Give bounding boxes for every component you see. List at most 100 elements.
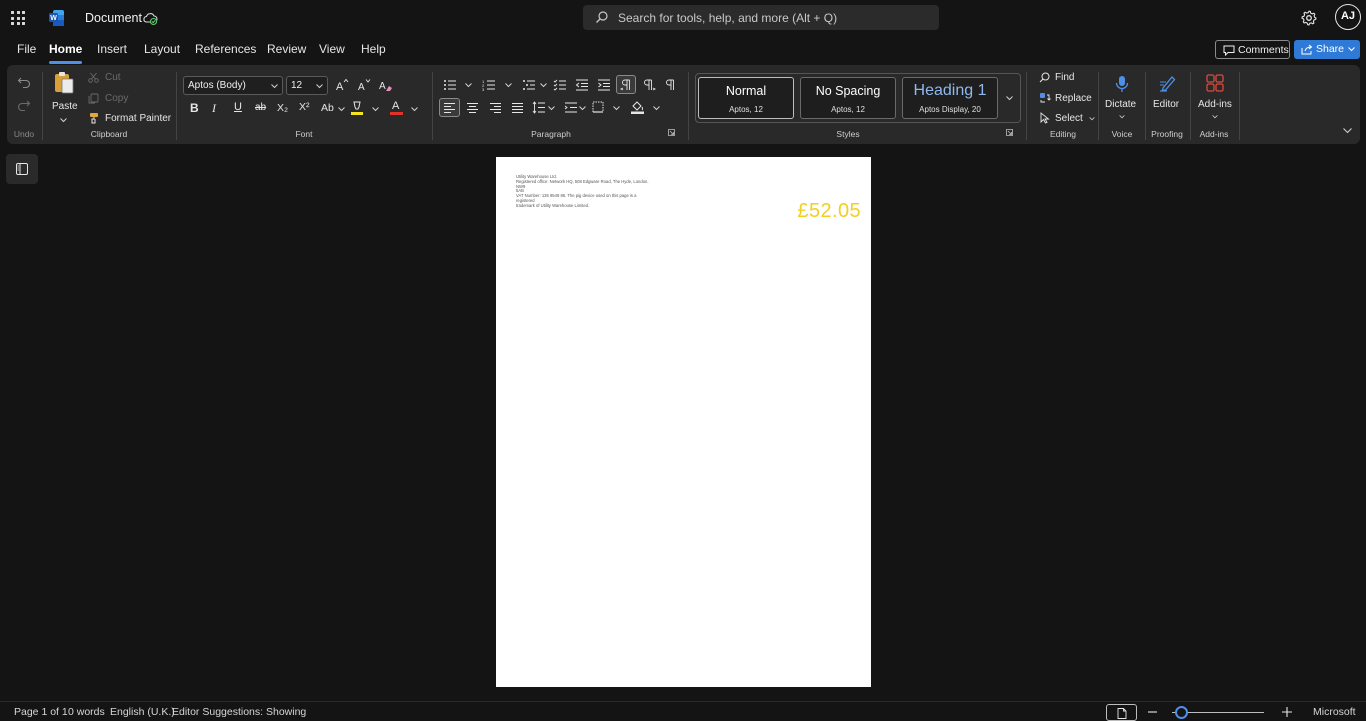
style-normal[interactable]: Normal Aptos, 12 bbox=[698, 77, 794, 119]
undo-icon[interactable] bbox=[17, 76, 31, 88]
underline-button[interactable]: U bbox=[234, 101, 242, 113]
tab-home[interactable]: Home bbox=[49, 42, 83, 64]
settings-gear-icon[interactable] bbox=[1301, 10, 1317, 26]
decrease-indent-icon[interactable] bbox=[575, 79, 589, 91]
font-color-glyph: A bbox=[392, 100, 400, 112]
document-page[interactable]: Utility Warehouse Ltd. Registered office… bbox=[496, 157, 871, 687]
rtl-direction-icon[interactable] bbox=[643, 79, 656, 91]
chevron-down-icon[interactable] bbox=[540, 83, 547, 88]
ribbon: Undo Paste Cut Copy Format Painter Clipb… bbox=[7, 65, 1360, 144]
change-case-button[interactable]: Ab bbox=[321, 102, 334, 114]
chevron-down-icon[interactable] bbox=[338, 107, 345, 112]
font-name-dropdown[interactable]: Aptos (Body) bbox=[183, 76, 283, 95]
grow-font-icon[interactable]: A bbox=[335, 78, 349, 92]
show-formatting-icon[interactable] bbox=[665, 79, 676, 91]
word-count[interactable]: 0 words bbox=[68, 706, 105, 718]
paragraph-settings-launcher-icon[interactable] bbox=[668, 129, 675, 136]
bullets-icon[interactable] bbox=[443, 79, 457, 91]
app-launcher-icon[interactable] bbox=[11, 11, 25, 25]
justify-icon[interactable] bbox=[511, 102, 524, 114]
zoom-slider-thumb[interactable] bbox=[1174, 706, 1188, 719]
tab-view[interactable]: View bbox=[319, 42, 345, 56]
line-spacing-icon[interactable] bbox=[532, 101, 546, 114]
chevron-down-icon[interactable] bbox=[579, 106, 586, 111]
checklist-icon[interactable] bbox=[553, 79, 567, 91]
align-center-icon[interactable] bbox=[466, 102, 479, 114]
navigation-pane-button[interactable] bbox=[6, 154, 38, 184]
editor-suggestions[interactable]: Editor Suggestions: Showing bbox=[172, 706, 306, 718]
increase-indent-icon[interactable] bbox=[597, 79, 611, 91]
print-layout-view-button[interactable] bbox=[1106, 704, 1137, 721]
style-heading-1[interactable]: Heading 1 Aptos Display, 20 bbox=[902, 77, 998, 119]
borders-icon[interactable] bbox=[592, 101, 604, 113]
microphone-icon bbox=[1115, 76, 1129, 92]
chevron-down-icon[interactable] bbox=[465, 83, 472, 88]
style-no-spacing[interactable]: No Spacing Aptos, 12 bbox=[800, 77, 896, 119]
shrink-font-icon[interactable]: A bbox=[357, 78, 371, 92]
chevron-down-icon bbox=[1119, 115, 1125, 119]
svg-text:A: A bbox=[379, 81, 386, 92]
editor-button[interactable]: Editor bbox=[1151, 73, 1185, 125]
tab-layout[interactable]: Layout bbox=[144, 42, 180, 56]
search-box[interactable]: Search for tools, help, and more (Alt + … bbox=[583, 5, 939, 30]
tab-references[interactable]: References bbox=[195, 42, 256, 56]
format-painter-button[interactable]: Format Painter bbox=[88, 112, 178, 126]
copy-button[interactable]: Copy bbox=[88, 92, 168, 106]
align-right-icon[interactable] bbox=[489, 102, 502, 114]
share-button[interactable]: Share bbox=[1294, 40, 1360, 59]
page-count[interactable]: Page 1 of 1 bbox=[14, 706, 68, 718]
share-icon bbox=[1301, 44, 1313, 55]
bold-button[interactable]: B bbox=[190, 101, 199, 115]
ribbon-collapse-chevron-icon[interactable] bbox=[1343, 128, 1352, 134]
select-button[interactable]: Select bbox=[1039, 112, 1099, 126]
align-left-button[interactable] bbox=[439, 98, 460, 117]
paste-icon bbox=[55, 72, 74, 94]
style-font: Aptos, 12 bbox=[831, 105, 865, 114]
add-ins-button[interactable]: Add-ins bbox=[1196, 73, 1234, 125]
dictate-button[interactable]: Dictate bbox=[1104, 73, 1140, 125]
numbering-icon[interactable]: 1 2 3 bbox=[482, 79, 496, 91]
chevron-down-icon[interactable] bbox=[548, 106, 555, 111]
italic-button[interactable]: I bbox=[212, 101, 216, 116]
zoom-in-icon[interactable] bbox=[1282, 707, 1292, 717]
clear-formatting-icon[interactable]: A bbox=[379, 78, 393, 92]
chevron-down-icon[interactable] bbox=[372, 107, 379, 112]
font-color-button[interactable]: A bbox=[390, 100, 404, 116]
footer-legal-text: Utility Warehouse Ltd. Registered office… bbox=[516, 174, 656, 209]
group-divider bbox=[1145, 72, 1146, 140]
group-divider bbox=[176, 72, 177, 140]
tab-review[interactable]: Review bbox=[267, 42, 306, 56]
chevron-down-icon[interactable] bbox=[505, 83, 512, 88]
find-button[interactable]: Find bbox=[1039, 71, 1099, 85]
group-divider bbox=[1190, 72, 1191, 140]
chevron-down-icon[interactable] bbox=[613, 106, 620, 111]
superscript-button[interactable]: X² bbox=[299, 101, 310, 113]
highlight-color-icon[interactable] bbox=[350, 100, 364, 116]
subscript-button[interactable]: X₂ bbox=[277, 102, 288, 114]
shading-icon[interactable] bbox=[630, 100, 645, 114]
document-title[interactable]: Document bbox=[85, 11, 142, 25]
multilevel-list-icon[interactable] bbox=[522, 79, 536, 91]
styles-expand-chevron-icon[interactable] bbox=[1006, 96, 1013, 101]
replace-button[interactable]: Replace bbox=[1039, 92, 1099, 106]
cut-button[interactable]: Cut bbox=[88, 71, 168, 85]
share-label: Share bbox=[1316, 43, 1345, 55]
tab-insert[interactable]: Insert bbox=[97, 42, 127, 56]
chevron-down-icon[interactable] bbox=[653, 106, 660, 111]
paragraph-spacing-icon[interactable] bbox=[564, 101, 578, 114]
ltr-direction-button[interactable] bbox=[616, 75, 636, 94]
zoom-out-icon[interactable] bbox=[1148, 711, 1157, 713]
paste-button[interactable]: Paste bbox=[51, 71, 78, 127]
tab-file[interactable]: File bbox=[17, 42, 36, 56]
tab-help[interactable]: Help bbox=[361, 42, 386, 56]
user-avatar[interactable]: AJ bbox=[1335, 4, 1361, 30]
trademark-line: trademark of Utility Warehouse Limited. bbox=[516, 202, 590, 208]
language-indicator[interactable]: English (U.K.) bbox=[110, 706, 175, 718]
proofing-group-label: Proofing bbox=[1151, 129, 1183, 139]
font-size-dropdown[interactable]: 12 bbox=[286, 76, 328, 95]
comments-button[interactable]: Comments bbox=[1215, 40, 1290, 59]
redo-icon[interactable] bbox=[17, 99, 31, 111]
strikethrough-button[interactable]: ab bbox=[255, 102, 266, 113]
styles-settings-launcher-icon[interactable] bbox=[1006, 129, 1013, 136]
chevron-down-icon[interactable] bbox=[411, 107, 418, 112]
